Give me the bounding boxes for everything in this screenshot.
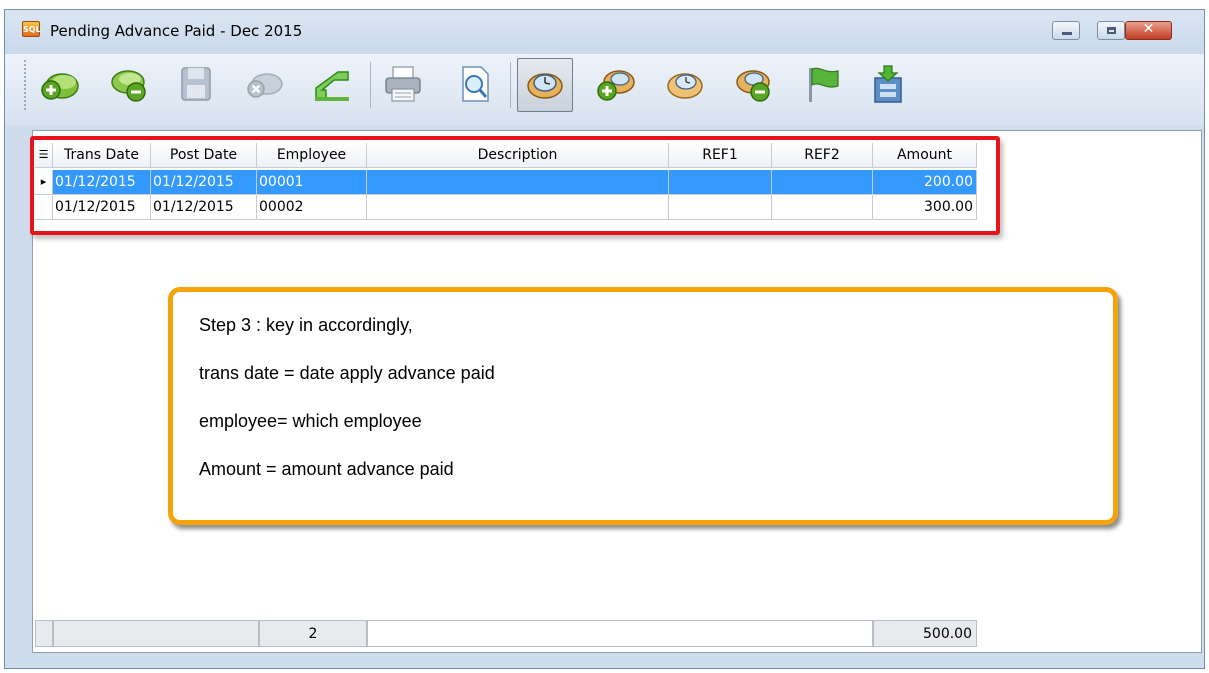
cancel-icon[interactable] — [244, 64, 284, 104]
toolbar-separator — [370, 62, 371, 108]
undo-icon[interactable] — [312, 64, 352, 104]
highlight-box — [30, 136, 1000, 235]
close-icon: ✕ — [1142, 21, 1155, 37]
flag-icon[interactable] — [803, 64, 843, 104]
footer-blank — [367, 620, 873, 647]
add-icon[interactable] — [40, 64, 80, 104]
timeline-edit-icon[interactable] — [665, 64, 705, 104]
preview-icon[interactable] — [455, 64, 495, 104]
close-button[interactable]: ✕ — [1125, 21, 1172, 40]
toolbar-separator — [510, 62, 511, 108]
timeline-add-icon[interactable] — [595, 64, 635, 104]
footer-indicator — [35, 620, 53, 647]
footer-blank — [53, 620, 259, 647]
window-title: Pending Advance Paid - Dec 2015 — [50, 22, 303, 40]
callout-line-employee: employee= which employee — [199, 411, 422, 431]
callout-step-title: Step 3 : key in accordingly, — [199, 315, 413, 335]
save-icon[interactable] — [176, 64, 216, 104]
app-logo-icon: SQL — [22, 21, 41, 37]
title-bar[interactable]: SQL Pending Advance Paid - Dec 2015 ✕ — [5, 10, 1204, 60]
callout-line-amount: Amount = amount advance paid — [199, 459, 454, 479]
minimize-button[interactable] — [1052, 21, 1080, 40]
maximize-icon — [1107, 27, 1116, 34]
footer-row-count: 2 — [259, 620, 367, 647]
timeline-remove-icon[interactable] — [733, 64, 773, 104]
export-icon[interactable] — [868, 64, 908, 104]
minimize-icon — [1062, 32, 1072, 35]
delete-icon[interactable] — [108, 64, 148, 104]
grid-footer: 2 500.00 — [35, 620, 977, 647]
callout-line-trans-date: trans date = date apply advance paid — [199, 363, 495, 383]
instruction-callout: Step 3 : key in accordingly, trans date … — [168, 287, 1118, 525]
timeline-icon[interactable] — [525, 64, 565, 104]
footer-total-amount: 500.00 — [873, 620, 977, 647]
toolbar-grip[interactable] — [24, 60, 28, 110]
maximize-button[interactable] — [1097, 21, 1125, 40]
print-icon[interactable] — [383, 64, 423, 104]
